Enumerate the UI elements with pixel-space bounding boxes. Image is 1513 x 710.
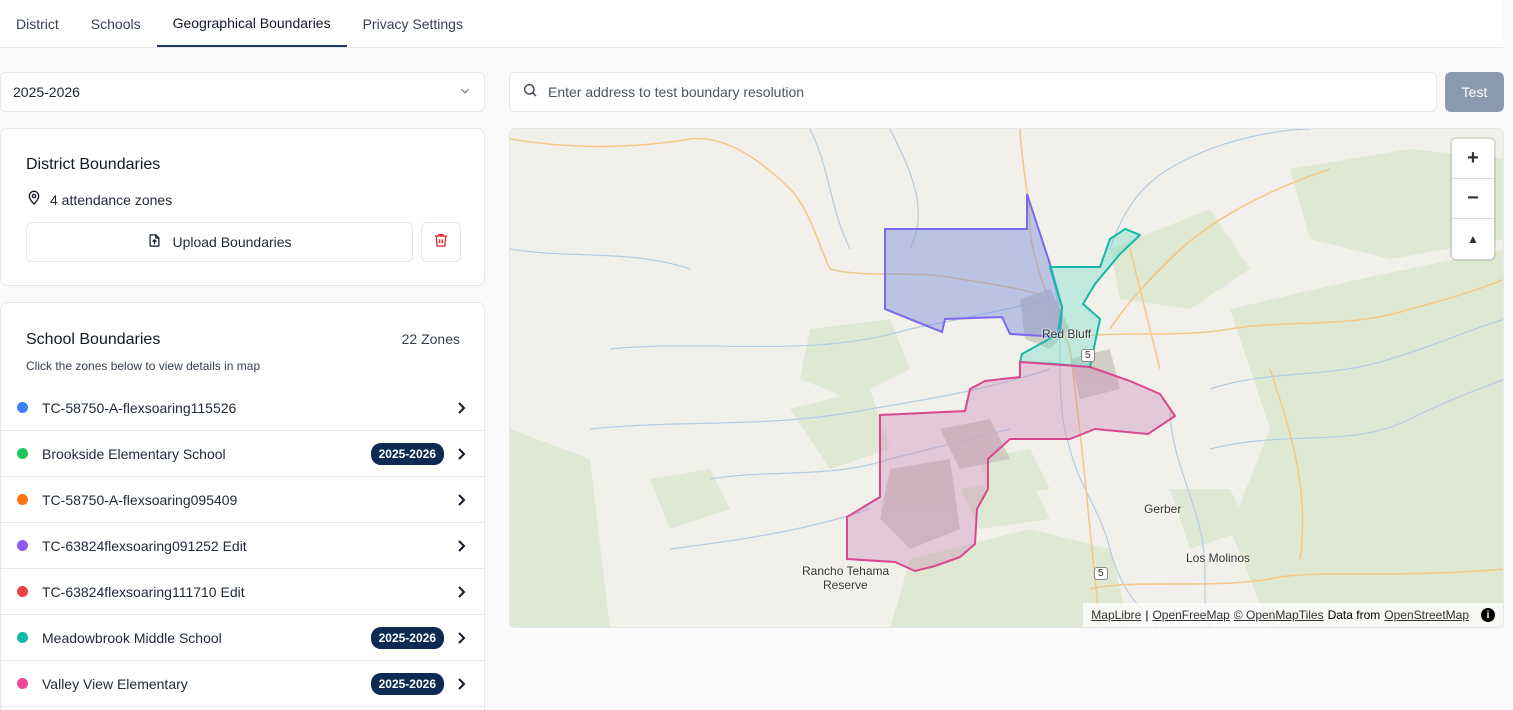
district-boundaries-card: District Boundaries 4 attendance zones U… (0, 128, 485, 286)
info-icon[interactable]: i (1481, 608, 1495, 622)
trash-icon (433, 232, 449, 253)
chevron-right-icon (456, 585, 466, 599)
address-search-input[interactable] (548, 84, 1408, 100)
map-pin-icon (26, 190, 42, 209)
zone-name: TC-58750-A-flexsoaring115526 (42, 399, 237, 416)
tab-district[interactable]: District (0, 0, 75, 47)
zone-color-dot (17, 402, 28, 413)
boundary-map[interactable]: Red Bluff Gerber Los Molinos Rancho Teha… (509, 128, 1504, 628)
school-boundaries-card: School Boundaries 22 Zones Click the zon… (0, 302, 485, 710)
zone-color-dot (17, 494, 28, 505)
search-icon (522, 82, 538, 103)
tab-privacy-settings[interactable]: Privacy Settings (347, 0, 479, 47)
zone-list-item[interactable]: TC-58750-A-flexsoaring115526 (1, 385, 484, 431)
zone-color-dot (17, 448, 28, 459)
zoom-out-button[interactable]: − (1452, 179, 1494, 219)
map-label-reserve: Reserve (823, 578, 868, 592)
chevron-down-icon (458, 84, 472, 101)
zones-hint: Click the zones below to view details in… (26, 359, 261, 373)
zone-name: Brookside Elementary School (42, 445, 226, 462)
school-year-badge: 2025-2026 (370, 626, 444, 649)
zone-name: Meadowbrook Middle School (42, 629, 222, 646)
district-boundaries-title: District Boundaries (26, 156, 161, 173)
zoom-in-button[interactable]: + (1452, 139, 1494, 179)
map-label-los-molinos: Los Molinos (1186, 551, 1251, 565)
zone-list-item[interactable]: TC-63824flexsoaring091252 Edit (1, 523, 484, 569)
school-boundaries-title: School Boundaries (26, 331, 161, 348)
tab-schools[interactable]: Schools (75, 0, 157, 47)
zone-name: TC-63824flexsoaring091252 Edit (42, 537, 247, 554)
tab-geographical-boundaries[interactable]: Geographical Boundaries (156, 0, 347, 47)
zone-name: TC-63824flexsoaring111710 Edit (42, 583, 245, 600)
chevron-right-icon (456, 447, 466, 461)
zones-count: 22 Zones (401, 331, 460, 347)
zone-color-dot (17, 632, 28, 643)
upload-boundaries-label: Upload Boundaries (172, 234, 292, 250)
openmaptiles-link[interactable]: © OpenMapTiles (1234, 608, 1324, 622)
chevron-right-icon (456, 401, 466, 415)
school-year-select[interactable]: 2025-2026 (0, 72, 485, 112)
compass-icon[interactable]: ▲ (1452, 219, 1494, 259)
chevron-right-icon (456, 539, 466, 553)
highway-shield-5-south: 5 (1094, 567, 1108, 580)
openstreetmap-link[interactable]: OpenStreetMap (1384, 608, 1469, 622)
chevron-right-icon (456, 493, 466, 507)
zone-list-item[interactable]: TC-58750-A-flexsoaring095409 (1, 477, 484, 523)
openfreemap-link[interactable]: OpenFreeMap (1152, 608, 1229, 622)
zone-list-item[interactable]: Meadowbrook Middle School 2025-2026 (1, 615, 484, 661)
zone-color-dot (17, 540, 28, 551)
map-attribution: MapLibre | OpenFreeMap © OpenMapTiles Da… (1083, 603, 1503, 627)
maplibre-link[interactable]: MapLibre (1091, 608, 1141, 622)
chevron-right-icon (456, 677, 466, 691)
attendance-zones-info: 4 attendance zones (26, 190, 172, 209)
attribution-separator: | (1145, 608, 1149, 622)
upload-boundaries-button[interactable]: Upload Boundaries (26, 222, 413, 262)
zone-list-item[interactable]: Valley View Elementary 2025-2026 (1, 661, 484, 707)
zone-list-item[interactable]: Brookside Elementary School 2025-2026 (1, 431, 484, 477)
attendance-zones-text: 4 attendance zones (50, 191, 173, 208)
map-label-rancho-tehama: Rancho Tehama (802, 564, 890, 578)
highway-shield-5: 5 (1081, 349, 1095, 362)
school-year-value: 2025-2026 (13, 84, 80, 100)
delete-boundaries-button[interactable] (421, 222, 461, 262)
map-label-red-bluff: Red Bluff (1042, 327, 1092, 341)
map-label-gerber: Gerber (1144, 502, 1182, 516)
zone-color-dot (17, 678, 28, 689)
zone-name: Valley View Elementary (42, 675, 188, 692)
zone-list: TC-58750-A-flexsoaring115526 Brookside El… (1, 385, 484, 707)
address-search (509, 72, 1437, 112)
data-from-text: Data from (1327, 608, 1381, 622)
zone-name: TC-58750-A-flexsoaring095409 (42, 491, 238, 508)
map-canvas[interactable] (510, 129, 1504, 628)
map-controls: + − ▲ (1452, 139, 1494, 259)
tab-bar: District Schools Geographical Boundaries… (0, 0, 1503, 48)
chevron-right-icon (456, 631, 466, 645)
school-year-badge: 2025-2026 (370, 442, 444, 465)
zone-list-item[interactable]: TC-63824flexsoaring111710 Edit (1, 569, 484, 615)
test-button[interactable]: Test (1445, 72, 1504, 112)
school-year-badge: 2025-2026 (370, 672, 444, 695)
file-upload-icon (147, 233, 162, 251)
zone-color-dot (17, 586, 28, 597)
